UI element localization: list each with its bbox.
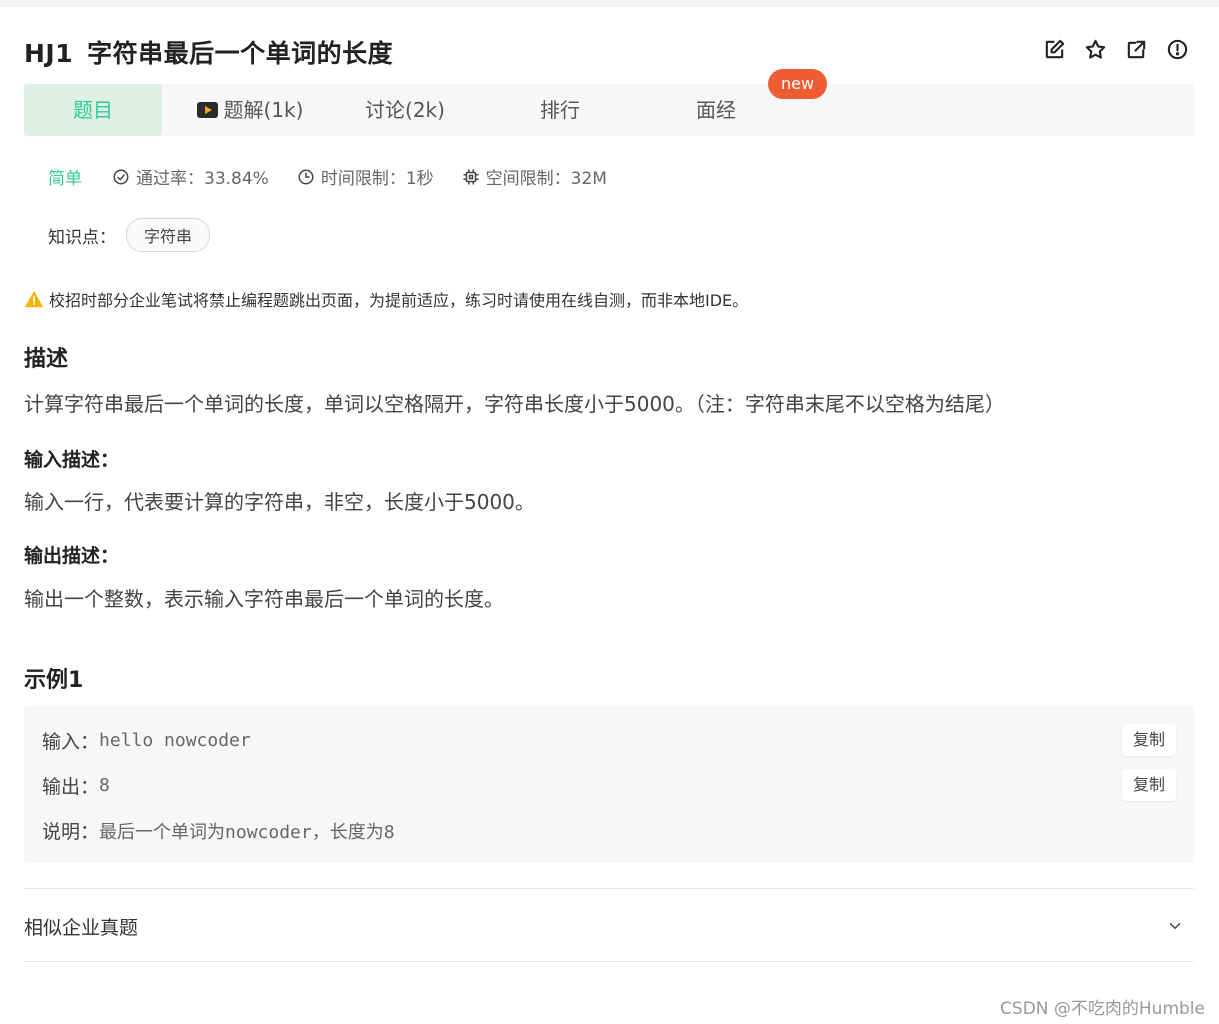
space-limit: 空间限制：32M [462, 164, 607, 189]
exam-warning: 校招时部分企业笔试将禁止编程题跳出页面，为提前适应，练习时请使用在线自测，而非本… [24, 287, 748, 311]
example-explain-value: 最后一个单词为nowcoder，长度为8 [99, 821, 395, 843]
input-desc-heading: 输入描述： [24, 449, 120, 471]
example-input-row: 输入： hello nowcoder [42, 727, 251, 754]
tab-label: 题解(1k) [223, 98, 304, 122]
time-limit-text: 时间限制：1秒 [320, 169, 434, 189]
similar-questions-toggle[interactable]: 相似企业真题 [24, 911, 1194, 941]
output-desc-text: 输出一个整数，表示输入字符串最后一个单词的长度。 [24, 587, 504, 611]
example-output-label: 输出： [42, 776, 100, 798]
similar-questions-label: 相似企业真题 [24, 916, 139, 939]
check-circle-icon [113, 169, 129, 184]
tab-label: 面经 [696, 98, 736, 122]
description-text: 计算字符串最后一个单词的长度，单词以空格隔开，字符串长度小于5000。（注：字符… [24, 392, 1005, 416]
clock-icon [298, 169, 314, 184]
problem-code: HJ1 [24, 39, 74, 68]
output-desc-heading: 输出描述： [24, 545, 120, 567]
tab-solutions[interactable]: 题解(1k) [182, 84, 318, 136]
difficulty-label: 简单 [48, 169, 82, 189]
knowledge-tag[interactable]: 字符串 [126, 218, 211, 252]
description-heading: 描述 [24, 347, 69, 372]
tab-label: 排行 [540, 98, 580, 122]
example-box: 输入： hello nowcoder 复制 输出： 8 复制 说明： 最后一个单… [24, 706, 1194, 863]
input-desc-text: 输入一行，代表要计算的字符串，非空，长度小于5000。 [24, 490, 535, 514]
tab-ranking[interactable]: 排行 [510, 84, 610, 136]
tab-interview[interactable]: 面经 [666, 84, 766, 136]
warning-icon [25, 290, 43, 308]
copy-input-button[interactable]: 复制 [1122, 724, 1176, 756]
example-input-label: 输入： [42, 731, 100, 753]
tab-label: 题目 [73, 98, 113, 122]
example-output-row: 输出： 8 [42, 772, 110, 799]
page-title: HJ1 字符串最后一个单词的长度 [24, 34, 393, 70]
problem-meta: 简单 通过率：33.84% 时间限制：1秒 空间限制：32M [48, 164, 635, 189]
space-limit-text: 空间限制：32M [485, 169, 607, 189]
toolbar [1043, 38, 1189, 61]
tab-discussion[interactable]: 讨论(2k) [344, 84, 466, 136]
warning-text: 校招时部分企业笔试将禁止编程题跳出页面，为提前适应，练习时请使用在线自测，而非本… [49, 291, 749, 310]
tab-problem[interactable]: 题目 [24, 84, 162, 136]
pass-rate-text: 通过率：33.84% [136, 169, 269, 189]
example-explain-row: 说明： 最后一个单词为nowcoder，长度为8 [42, 817, 395, 844]
example-input-value[interactable]: hello nowcoder [99, 730, 251, 751]
knowledge-points: 知识点： 字符串 [48, 218, 211, 252]
divider [24, 961, 1194, 962]
share-icon[interactable] [1125, 38, 1148, 61]
tab-label: 讨论(2k) [365, 98, 445, 122]
new-badge: new [768, 69, 827, 99]
example-output-value[interactable]: 8 [99, 775, 110, 796]
example-explain-label: 说明： [42, 821, 100, 843]
problem-title: 字符串最后一个单词的长度 [87, 39, 394, 68]
chip-icon [463, 169, 479, 184]
example-heading: 示例1 [24, 668, 84, 693]
tab-bar: 题目 题解(1k) 讨论(2k) 排行 面经 [24, 84, 1194, 136]
knowledge-label: 知识点： [48, 227, 116, 248]
top-strip [0, 0, 1219, 7]
chevron-down-icon [1169, 923, 1181, 929]
pass-rate: 通过率：33.84% [112, 164, 269, 189]
report-icon[interactable] [1166, 38, 1189, 61]
watermark: CSDN @不吃肉的Humble [1000, 999, 1205, 1019]
time-limit: 时间限制：1秒 [297, 164, 434, 189]
edit-icon[interactable] [1043, 38, 1066, 61]
star-icon[interactable] [1084, 38, 1107, 61]
video-icon [196, 101, 218, 118]
divider [24, 888, 1194, 889]
copy-output-button[interactable]: 复制 [1122, 769, 1176, 801]
